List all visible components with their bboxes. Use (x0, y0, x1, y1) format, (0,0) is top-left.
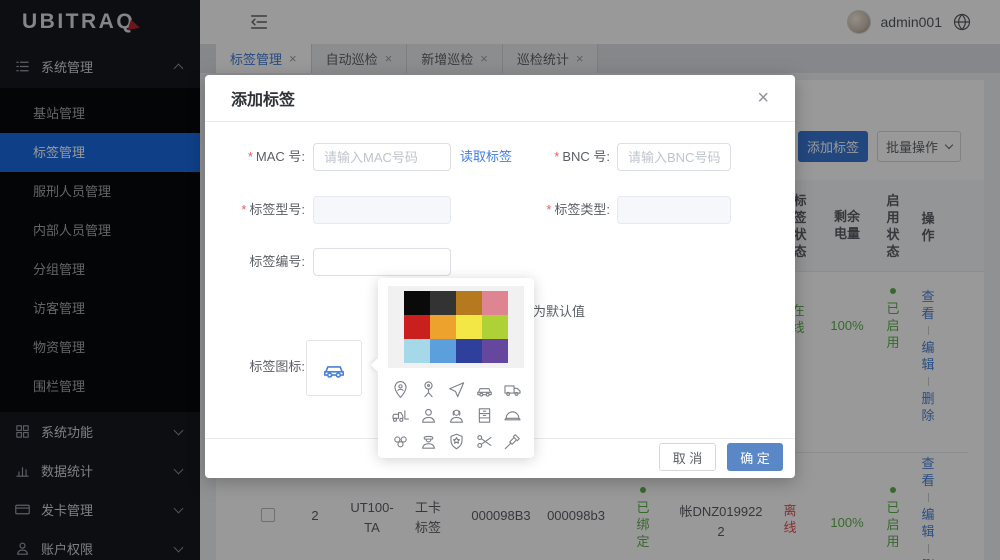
required-star: * (248, 149, 253, 164)
bnc-input[interactable] (617, 143, 731, 171)
confirm-button[interactable]: 确 定 (727, 443, 783, 471)
required-star: * (241, 202, 246, 217)
color-swatch[interactable] (404, 315, 430, 339)
cancel-button[interactable]: 取 消 (659, 443, 716, 471)
color-swatch[interactable] (430, 291, 456, 315)
required-star: * (546, 202, 551, 217)
color-swatch[interactable] (404, 339, 430, 363)
icon-color-picker-popup (378, 278, 534, 458)
tag-model-label: *标签型号: (225, 196, 305, 224)
color-swatch[interactable] (404, 291, 430, 315)
car-icon (321, 355, 347, 381)
navigation-icon[interactable] (442, 376, 470, 402)
man-icon[interactable] (414, 402, 442, 428)
helmet-icon[interactable] (498, 402, 526, 428)
scissors-icon[interactable] (470, 428, 498, 454)
read-tag-link[interactable]: 读取标签 (460, 143, 512, 171)
selected-icon-box[interactable] (306, 340, 362, 396)
cabinet-icon[interactable] (470, 402, 498, 428)
badge-icon[interactable] (442, 428, 470, 454)
car-icon[interactable] (470, 376, 498, 402)
modal-title: 添加标签 (231, 86, 295, 110)
mac-label: *MAC 号: (225, 143, 305, 171)
forklift-icon[interactable] (386, 402, 414, 428)
circles-icon[interactable] (386, 428, 414, 454)
color-swatch[interactable] (456, 291, 482, 315)
hammer-icon[interactable] (498, 428, 526, 454)
color-swatch[interactable] (430, 315, 456, 339)
modal-header: 添加标签 × (205, 75, 795, 122)
tag-type-label: *标签类型: (530, 196, 610, 224)
camera-pin-icon[interactable] (414, 376, 442, 402)
truck-icon[interactable] (498, 376, 526, 402)
icon-grid (386, 376, 526, 454)
color-palette (404, 291, 508, 363)
bnc-label: *BNC 号: (530, 143, 610, 171)
app-root: UBITRAQ 系统管理 基站管理 标签管理 服刑人员管理 内部人员管理 分组管… (0, 0, 1000, 560)
tag-code-input[interactable] (313, 248, 451, 276)
tag-code-label: 标签编号: (225, 248, 305, 276)
color-swatch[interactable] (482, 339, 508, 363)
mac-input[interactable] (313, 143, 451, 171)
color-palette-panel (388, 286, 524, 368)
color-swatch[interactable] (430, 339, 456, 363)
color-swatch[interactable] (456, 339, 482, 363)
required-star: * (554, 149, 559, 164)
color-swatch[interactable] (456, 315, 482, 339)
tag-model-input[interactable] (313, 196, 451, 224)
tag-icon-label: 标签图标: (225, 353, 305, 381)
color-swatch[interactable] (482, 291, 508, 315)
color-swatch[interactable] (482, 315, 508, 339)
tag-type-input[interactable] (617, 196, 731, 224)
officer-icon[interactable] (414, 428, 442, 454)
person-pin-icon[interactable] (386, 376, 414, 402)
woman-icon[interactable] (442, 402, 470, 428)
close-icon[interactable]: × (757, 88, 769, 108)
default-value-hint: 为默认值 (533, 301, 585, 320)
